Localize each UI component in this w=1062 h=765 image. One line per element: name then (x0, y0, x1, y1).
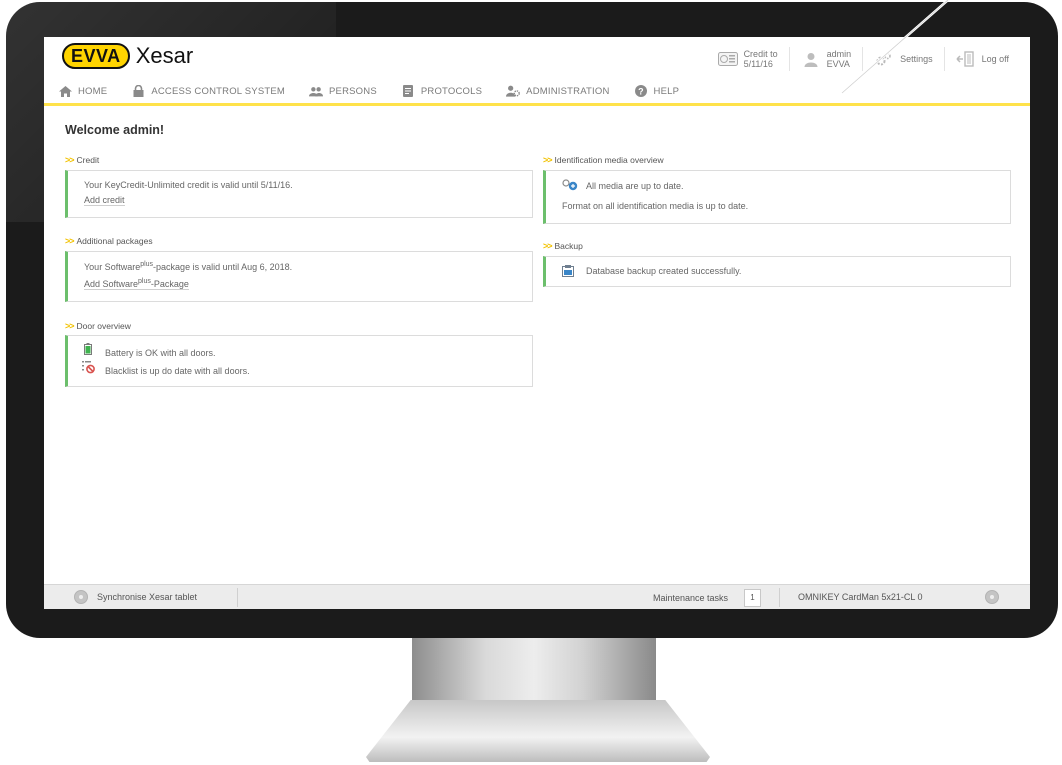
maintenance-label: Maintenance tasks (653, 593, 729, 603)
nav-access-label: ACCESS CONTROL SYSTEM (151, 85, 286, 97)
nav-access-control-system[interactable]: ACCESS CONTROL SYSTEM (117, 79, 295, 103)
logoff-label: Log off (981, 54, 1009, 64)
nav-protocols-label: PROTOCOLS (420, 85, 483, 97)
nav-home-label: HOME (78, 85, 108, 97)
persons-icon (309, 85, 324, 97)
header-actions: Credit to 5/11/16 admin EVVA Settings Lo… (707, 47, 1020, 71)
credit-card: Your KeyCredit-Unlimited credit is valid… (65, 170, 533, 218)
sync-tablet-label[interactable]: Synchronise Xesar tablet (97, 592, 197, 602)
credit-card-icon (717, 51, 738, 67)
backup-card: Database backup created successfully. (543, 256, 1011, 287)
nav-home[interactable]: HOME (44, 79, 117, 103)
media-status: All media are up to date. (586, 181, 684, 191)
battery-status: Battery is OK with all doors. (105, 348, 216, 358)
packages-text-sup: plus (140, 261, 154, 268)
packages-title-text: Additional packages (76, 236, 153, 246)
user-org: EVVA (826, 59, 850, 69)
add-software-link-sup: plus (138, 278, 151, 285)
settings-label: Settings (900, 54, 933, 64)
logo: EVVA Xesar (62, 43, 193, 69)
monitor-stand-foot (366, 700, 710, 762)
gear-icon (874, 51, 894, 67)
credit-label: Credit to (743, 49, 778, 59)
status-divider (779, 588, 780, 607)
add-software-link-prefix: Add Software (84, 279, 139, 289)
help-icon: ? (634, 85, 648, 97)
chevron-right-icon: >> (65, 321, 74, 331)
packages-text-prefix: Your Software (84, 262, 141, 272)
home-icon (58, 85, 72, 97)
packages-text: Your Softwareplus-package is valid until… (84, 261, 292, 272)
blacklist-status: Blacklist is up do date with all doors. (105, 366, 250, 376)
add-software-plus-link[interactable]: Add Softwareplus-Package (84, 278, 189, 290)
nav-administration-label: ADMINISTRATION (526, 85, 610, 97)
packages-card: Your Softwareplus-package is valid until… (65, 251, 533, 302)
status-bar: Synchronise Xesar tablet Maintenance tas… (44, 584, 1030, 609)
battery-icon (84, 343, 92, 357)
chevron-right-icon: >> (543, 155, 552, 165)
logo-product: Xesar (135, 43, 194, 68)
media-section-title: >> Identification media overview (543, 155, 664, 165)
credit-date: 5/11/16 (743, 59, 773, 69)
page-title: Welcome admin! (65, 123, 165, 137)
user-info[interactable]: admin EVVA (788, 47, 863, 71)
logoff-icon (956, 51, 976, 67)
user-name: admin (826, 49, 852, 59)
user-icon (801, 51, 821, 67)
nav-help[interactable]: ? HELP (620, 79, 690, 103)
backup-icon (562, 265, 574, 279)
reader-status-icon[interactable] (985, 590, 999, 604)
logo-badge: EVVA (62, 43, 130, 69)
svg-text:?: ? (638, 86, 644, 96)
nav-help-label: HELP (653, 85, 680, 97)
sync-icon[interactable] (74, 590, 88, 604)
dashboard: Welcome admin! >> Credit Your KeyCredit-… (44, 106, 1030, 584)
status-divider (237, 588, 238, 607)
app-window: EVVA Xesar Credit to 5/11/16 admin EVVA … (44, 37, 1030, 609)
add-credit-link[interactable]: Add credit (84, 195, 125, 206)
door-title-text: Door overview (76, 321, 131, 331)
backup-status: Database backup created successfully. (586, 266, 742, 276)
backup-section-title: >> Backup (543, 241, 583, 251)
media-card: All media are up to date. Format on all … (543, 170, 1011, 224)
nav-persons[interactable]: PERSONS (295, 79, 387, 103)
lock-icon (131, 85, 145, 97)
nav-persons-label: PERSONS (329, 85, 377, 97)
backup-title-text: Backup (554, 241, 583, 251)
add-software-link-suffix: -Package (150, 279, 189, 289)
chevron-right-icon: >> (65, 236, 74, 246)
packages-section-title: >> Additional packages (65, 236, 153, 246)
maintenance-count-badge[interactable]: 1 (744, 589, 761, 607)
media-key-icon (562, 179, 578, 193)
chevron-right-icon: >> (65, 155, 74, 165)
nav-protocols[interactable]: PROTOCOLS (387, 79, 492, 103)
media-format-status: Format on all identification media is up… (562, 201, 749, 211)
main-navigation: HOME ACCESS CONTROL SYSTEM PERSONS PROTO… (44, 79, 1030, 106)
door-card: Battery is OK with all doors. Blacklist … (65, 335, 533, 387)
document-icon (401, 85, 415, 97)
nav-administration[interactable]: ADMINISTRATION (492, 79, 619, 103)
logoff-button[interactable]: Log off (943, 47, 1020, 71)
card-reader-label: OMNIKEY CardMan 5x21-CL 0 (798, 592, 923, 602)
media-title-text: Identification media overview (554, 155, 664, 165)
header: EVVA Xesar Credit to 5/11/16 admin EVVA … (44, 37, 1030, 79)
credit-title-text: Credit (76, 155, 100, 165)
credit-text: Your KeyCredit-Unlimited credit is valid… (84, 180, 293, 190)
blacklist-icon (82, 360, 96, 376)
door-section-title: >> Door overview (65, 321, 131, 331)
credit-status[interactable]: Credit to 5/11/16 (707, 47, 789, 71)
settings-button[interactable]: Settings (862, 47, 944, 71)
chevron-right-icon: >> (543, 241, 552, 251)
admin-icon (506, 85, 521, 97)
packages-text-suffix: -package is valid until Aug 6, 2018. (153, 262, 293, 272)
credit-section-title: >> Credit (65, 155, 99, 165)
